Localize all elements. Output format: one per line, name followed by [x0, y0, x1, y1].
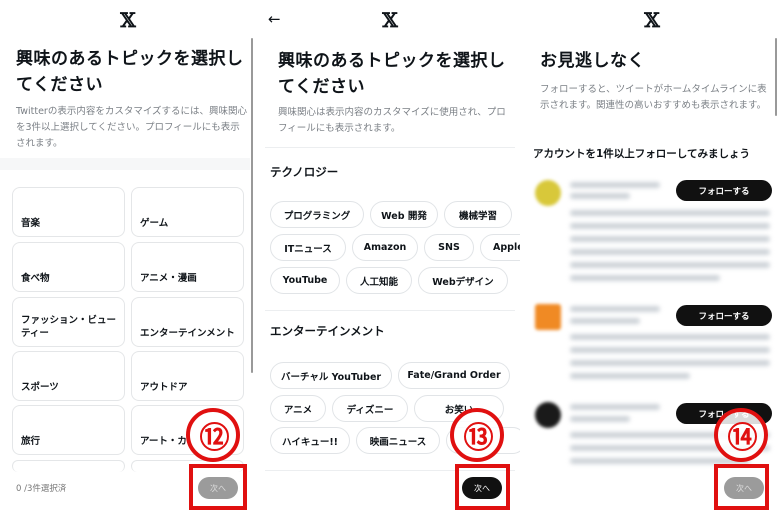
topic-card[interactable]	[12, 460, 125, 472]
step-annotation: ⑫	[186, 408, 240, 462]
topic-chip[interactable]: Apple	[480, 234, 520, 261]
topic-card[interactable]: スポーツ	[12, 351, 125, 401]
topic-chip[interactable]: ディズニー	[332, 395, 408, 422]
annotation-highlight	[455, 464, 510, 510]
avatar[interactable]	[535, 180, 561, 206]
account-bio	[570, 262, 770, 268]
topic-card[interactable]: 旅行	[12, 405, 125, 455]
account-bio	[570, 275, 720, 281]
x-logo-icon: 𝕏	[382, 8, 398, 32]
scrollbar[interactable]	[775, 38, 777, 116]
avatar[interactable]	[535, 402, 561, 428]
topic-chip[interactable]: 映画ニュース	[356, 427, 440, 454]
topic-chip[interactable]: SNS	[424, 234, 474, 261]
divider	[0, 158, 250, 170]
topic-card[interactable]: ゲーム	[131, 187, 244, 237]
account-bio	[570, 373, 690, 379]
account-bio	[570, 347, 770, 353]
account-bio	[570, 210, 770, 216]
follow-button[interactable]: フォローする	[676, 180, 772, 201]
topic-chips-screen: ← 𝕏 興味のあるトピックを選択してください 興味関心は表示内容のカスタマイズに…	[260, 0, 520, 512]
topic-chip[interactable]: YouTube	[270, 267, 340, 294]
account-handle	[570, 193, 630, 199]
selected-count: 0 /3件選択済	[16, 484, 67, 494]
topic-card[interactable]: 音楽	[12, 187, 125, 237]
follow-button[interactable]: フォローする	[676, 305, 772, 326]
topic-chip[interactable]: Amazon	[352, 234, 418, 261]
account-bio	[570, 236, 770, 242]
account-handle	[570, 416, 630, 422]
topic-card[interactable]: エンターテインメント	[131, 297, 244, 347]
account-name	[570, 404, 660, 410]
topic-chip[interactable]: Fate/Grand Order	[398, 362, 510, 389]
page-title: 興味のあるトピックを選択してください	[16, 49, 244, 95]
account-bio	[570, 223, 770, 229]
section-heading: テクノロジー	[270, 165, 339, 179]
divider	[265, 147, 515, 148]
scrollbar[interactable]	[251, 38, 253, 373]
account-name	[570, 182, 660, 188]
page-title: お見逃しなく	[540, 51, 645, 71]
step-annotation: ⑬	[450, 408, 504, 462]
topic-chip[interactable]: 人工知能	[346, 267, 412, 294]
topic-card[interactable]: ファッション・ビューティー	[12, 297, 125, 347]
topic-chip[interactable]: アニメ	[270, 395, 326, 422]
topic-chip[interactable]: 機械学習	[444, 201, 512, 228]
back-arrow-icon[interactable]: ←	[268, 10, 281, 28]
account-handle	[570, 318, 640, 324]
x-logo-icon: 𝕏	[644, 8, 660, 32]
account-bio	[570, 249, 770, 255]
account-name	[570, 306, 660, 312]
topic-chip[interactable]: ITニュース	[270, 234, 346, 261]
topic-chip[interactable]: ハイキュー!!	[270, 427, 350, 454]
follow-accounts-screen: 𝕏 お見逃しなく フォローすると、ツイートがホームタイムラインに表示されます。関…	[522, 0, 780, 512]
topic-grid-screen: 𝕏 興味のあるトピックを選択してください Twitterの表示内容をカスタマイズ…	[0, 0, 258, 512]
topic-chip[interactable]: バーチャル YouTuber	[270, 362, 392, 389]
topic-card[interactable]: アニメ・漫画	[131, 242, 244, 292]
x-logo-icon: 𝕏	[120, 8, 136, 32]
page-description: Twitterの表示内容をカスタマイズするには、興味関心を3件以上選択してくださ…	[16, 106, 248, 149]
annotation-highlight	[714, 464, 769, 510]
divider	[265, 310, 515, 311]
topic-card[interactable]: 食べ物	[12, 242, 125, 292]
topic-card[interactable]: アウトドア	[131, 351, 244, 401]
topic-chip[interactable]: プログラミング	[270, 201, 364, 228]
step-annotation: ⑭	[714, 408, 768, 462]
page-description: フォローすると、ツイートがホームタイムラインに表示されます。関連性の高いおすすめ…	[540, 84, 767, 111]
page-description: 興味関心は表示内容のカスタマイズに使用され、プロフィールにも表示されます。	[278, 107, 506, 134]
account-bio	[570, 360, 770, 366]
section-heading: エンターテインメント	[270, 324, 385, 338]
section-heading: アカウントを1件以上フォローしてみましょう	[533, 148, 750, 160]
avatar[interactable]	[535, 304, 561, 330]
topic-chip[interactable]: Web 開発	[370, 201, 438, 228]
page-title: 興味のあるトピックを選択してください	[278, 51, 506, 97]
topic-chip[interactable]: Webデザイン	[418, 267, 508, 294]
account-bio	[570, 334, 770, 340]
annotation-highlight	[189, 464, 247, 510]
